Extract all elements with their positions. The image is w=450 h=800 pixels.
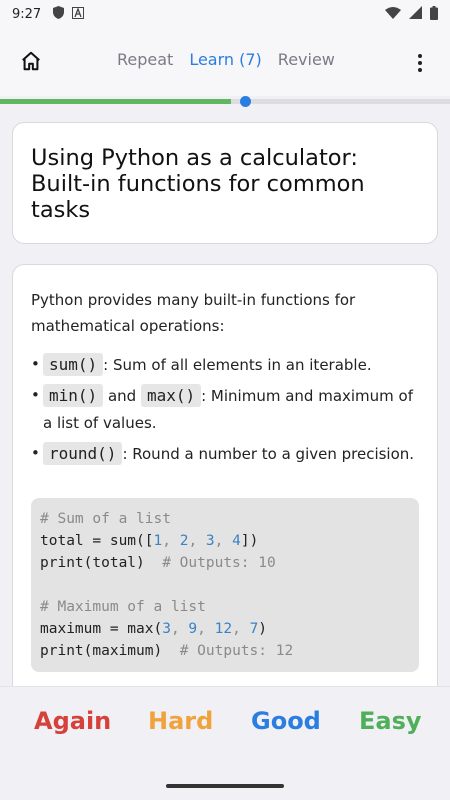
hard-button[interactable]: Hard — [148, 707, 213, 735]
list-item: min() and max(): Minimum and maximum of … — [31, 382, 419, 437]
code-number: 9 — [188, 621, 198, 637]
bullet-text: and — [103, 387, 141, 405]
intro-text: Python provides many built-in functions … — [31, 291, 356, 335]
home-indicator[interactable] — [166, 784, 284, 788]
easy-button[interactable]: Easy — [359, 707, 422, 735]
inline-code: round() — [43, 442, 123, 465]
title-card: Using Python as a calculator: Built-in f… — [12, 122, 438, 244]
signal-icon — [409, 6, 422, 22]
bullet-text: : Round a number to a given precision. — [122, 445, 415, 463]
answer-bar: Again Hard Good Easy — [0, 686, 450, 800]
inline-code: min() — [43, 384, 104, 407]
code-number: 3 — [205, 533, 215, 549]
code-text: ) — [258, 621, 268, 637]
top-nav: Repeat Learn (7) Review — [0, 28, 450, 96]
list-item: sum(): Sum of all elements in an iterabl… — [31, 351, 419, 379]
function-list: sum(): Sum of all elements in an iterabl… — [31, 351, 419, 468]
code-number: 12 — [214, 621, 233, 637]
code-number: 7 — [249, 621, 259, 637]
progress-fill — [0, 99, 231, 104]
home-icon — [20, 50, 42, 77]
code-text: total = sum([ — [40, 533, 154, 549]
code-text: print(maximum) — [40, 643, 180, 659]
code-number: 1 — [153, 533, 163, 549]
bullet-text: : Sum of all elements in an iterable. — [103, 356, 372, 374]
good-button[interactable]: Good — [251, 707, 321, 735]
list-item: round(): Round a number to a given preci… — [31, 440, 419, 468]
code-comment: # Outputs: 12 — [179, 643, 294, 659]
tab-review[interactable]: Review — [278, 50, 335, 69]
code-comment: # Maximum of a list — [40, 599, 206, 615]
code-text: print(total) — [40, 555, 163, 571]
code-block: # Sum of a list total = sum([1, 2, 3, 4]… — [31, 498, 419, 672]
mode-tabs: Repeat Learn (7) Review — [117, 50, 351, 69]
inline-code: sum() — [43, 353, 104, 376]
a-letter-icon — [72, 6, 85, 22]
tab-repeat[interactable]: Repeat — [117, 50, 173, 69]
content-card: Python provides many built-in functions … — [12, 264, 438, 704]
code-comment: # Sum of a list — [40, 511, 171, 527]
battery-icon — [430, 5, 438, 23]
inline-code: max() — [140, 384, 202, 407]
code-text: maximum = max( — [40, 621, 163, 637]
status-bar: 9:27 — [0, 0, 450, 28]
again-button[interactable]: Again — [34, 707, 111, 735]
shield-icon — [53, 6, 65, 22]
code-text: ]) — [240, 533, 259, 549]
more-vert-icon — [418, 54, 422, 72]
status-time: 9:27 — [12, 6, 42, 22]
code-number: 3 — [162, 621, 171, 637]
code-number: 4 — [232, 533, 241, 549]
progress-bar — [0, 99, 450, 104]
home-button[interactable] — [14, 46, 48, 80]
progress-indicator — [240, 96, 251, 107]
wifi-icon — [385, 6, 401, 22]
card-title: Using Python as a calculator: Built-in f… — [31, 145, 365, 223]
tab-learn[interactable]: Learn (7) — [189, 50, 261, 69]
code-comment: # Outputs: 10 — [162, 555, 276, 571]
more-menu-button[interactable] — [410, 48, 430, 78]
